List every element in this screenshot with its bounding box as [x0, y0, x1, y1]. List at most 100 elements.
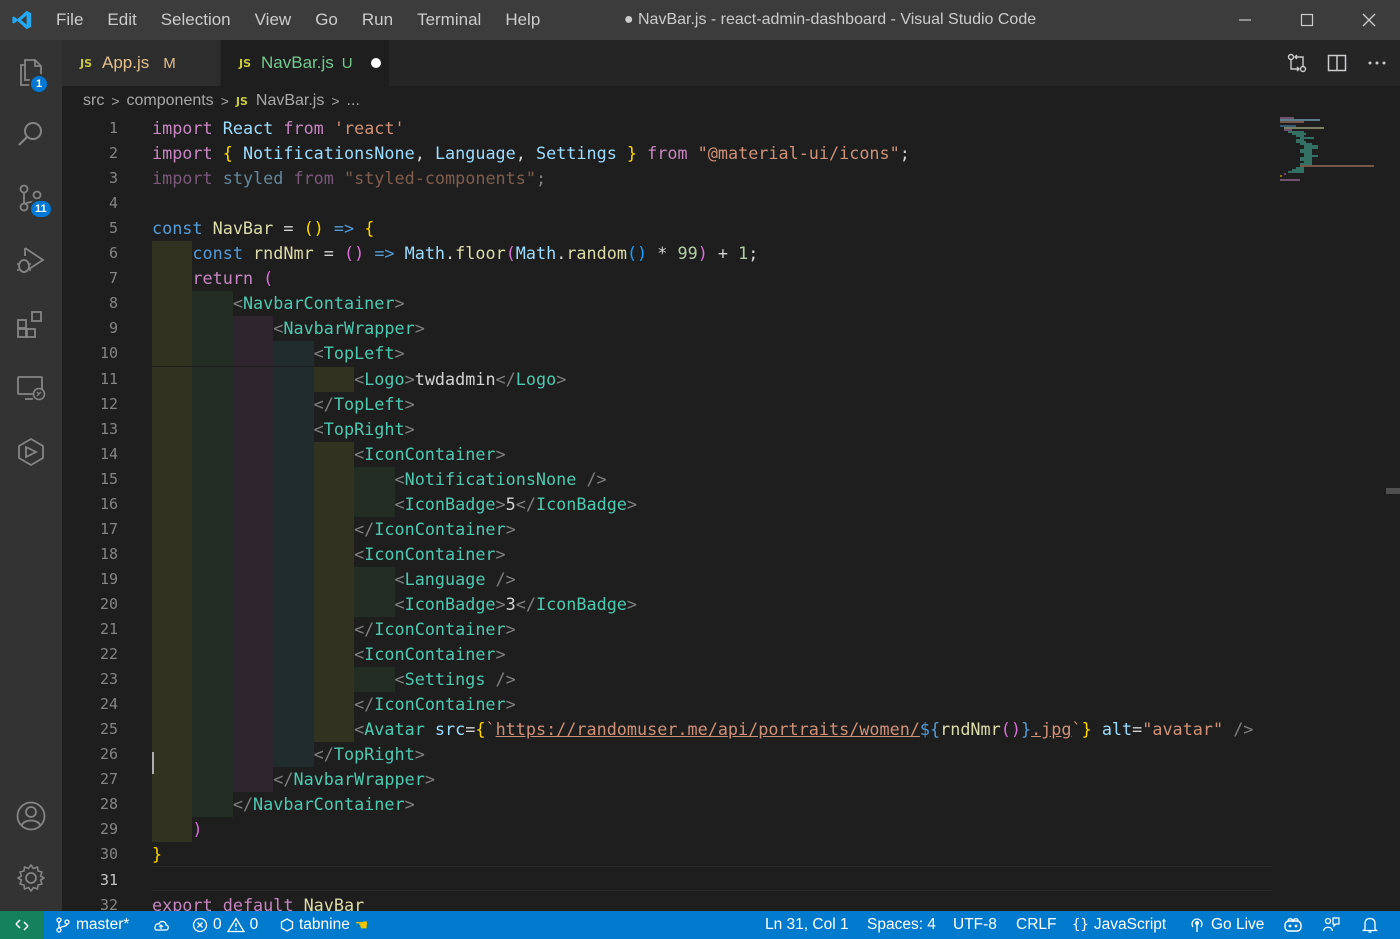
minimap[interactable]: [1274, 116, 1386, 911]
minimize-button[interactable]: [1214, 0, 1276, 40]
line-number[interactable]: 13: [62, 417, 118, 442]
code-line[interactable]: <NavbarContainer>: [152, 291, 405, 316]
line-number[interactable]: 8: [62, 291, 118, 316]
split-editor-icon[interactable]: [1326, 52, 1348, 74]
close-button[interactable]: [1338, 0, 1400, 40]
line-number[interactable]: 24: [62, 692, 118, 717]
line-number[interactable]: 1: [62, 116, 118, 141]
menu-go[interactable]: Go: [303, 0, 350, 40]
tab-app-js[interactable]: JS App.js M: [62, 40, 220, 86]
menu-file[interactable]: File: [44, 0, 95, 40]
tab-navbar-js[interactable]: JS NavBar.js U: [221, 40, 389, 86]
line-number[interactable]: 27: [62, 767, 118, 792]
notifications-button[interactable]: [1362, 911, 1378, 939]
more-actions-icon[interactable]: [1366, 52, 1388, 74]
code-line[interactable]: export default NavBar: [152, 893, 364, 911]
line-number[interactable]: 22: [62, 642, 118, 667]
code-line[interactable]: return (: [152, 266, 273, 291]
line-number[interactable]: 6: [62, 241, 118, 266]
code-line[interactable]: <Settings />: [152, 667, 515, 692]
explorer-button[interactable]: 1: [0, 44, 62, 100]
code-line[interactable]: <IconContainer>: [152, 642, 506, 667]
encoding-button[interactable]: UTF-8: [953, 911, 997, 939]
line-number[interactable]: 5: [62, 216, 118, 241]
menu-edit[interactable]: Edit: [95, 0, 148, 40]
line-number[interactable]: 7: [62, 266, 118, 291]
open-changes-icon[interactable]: [1286, 52, 1308, 74]
line-number[interactable]: 32: [62, 893, 118, 911]
code-line[interactable]: </IconContainer>: [152, 517, 516, 542]
problems-button[interactable]: 0 0: [192, 911, 258, 939]
menu-run[interactable]: Run: [350, 0, 405, 40]
code-line[interactable]: <IconBadge>3</IconBadge>: [152, 592, 637, 617]
search-button[interactable]: [0, 106, 62, 162]
remote-explorer-button[interactable]: [0, 360, 62, 416]
line-number[interactable]: 17: [62, 517, 118, 542]
line-number[interactable]: 26: [62, 742, 118, 767]
remote-indicator-button[interactable]: [0, 911, 44, 939]
line-number[interactable]: 31: [62, 868, 118, 893]
menu-terminal[interactable]: Terminal: [405, 0, 493, 40]
menu-view[interactable]: View: [243, 0, 304, 40]
accounts-button[interactable]: [0, 788, 62, 844]
unsaved-dot-icon[interactable]: [370, 58, 381, 68]
tabnine-status-button[interactable]: tabnine ☚: [280, 911, 368, 939]
code-line[interactable]: </NavbarWrapper>: [152, 767, 435, 792]
sync-button[interactable]: [152, 911, 170, 939]
code-line[interactable]: <IconContainer>: [152, 542, 506, 567]
code-line[interactable]: <Avatar src={`https://randomuser.me/api/…: [152, 717, 1253, 742]
line-number[interactable]: 12: [62, 392, 118, 417]
scrollbar-thumb[interactable]: [1386, 488, 1400, 494]
manage-button[interactable]: [0, 850, 62, 906]
line-number[interactable]: 11: [62, 367, 118, 392]
line-number[interactable]: 2: [62, 141, 118, 166]
line-number[interactable]: 3: [62, 166, 118, 191]
code-line[interactable]: <NotificationsNone />: [152, 467, 606, 492]
run-debug-button[interactable]: [0, 232, 62, 288]
code-line[interactable]: </TopRight>: [152, 742, 425, 767]
code-line[interactable]: <Language />: [152, 567, 515, 592]
code-line[interactable]: <TopRight>: [152, 417, 415, 442]
code-area[interactable]: import React from 'react' import { Notifi…: [152, 116, 1282, 911]
code-line[interactable]: </IconContainer>: [152, 617, 516, 642]
tabnine-hub-button[interactable]: [0, 424, 62, 480]
code-line[interactable]: <IconContainer>: [152, 442, 506, 467]
line-number[interactable]: 29: [62, 817, 118, 842]
language-mode-button[interactable]: {} JavaScript: [1072, 911, 1166, 939]
line-number[interactable]: 4: [62, 191, 118, 216]
code-editor[interactable]: 1 2 3 4 5 6 7 8 9 10 11 12 13 14 15 16 17 18 19 20 21 22 23 24 2…: [62, 116, 1400, 911]
extensions-button[interactable]: [0, 296, 62, 352]
breadcrumb-components[interactable]: components: [127, 92, 214, 110]
line-number[interactable]: 19: [62, 567, 118, 592]
line-number[interactable]: 15: [62, 467, 118, 492]
feedback-button[interactable]: [1322, 911, 1340, 939]
line-number[interactable]: 21: [62, 617, 118, 642]
code-line[interactable]: import React from 'react': [152, 116, 405, 141]
eol-button[interactable]: CRLF: [1016, 911, 1056, 939]
copilot-button[interactable]: [1283, 911, 1303, 939]
code-line[interactable]: }: [152, 842, 162, 867]
code-line[interactable]: </TopLeft>: [152, 392, 415, 417]
code-line[interactable]: <IconBadge>5</IconBadge>: [152, 492, 637, 517]
go-live-button[interactable]: Go Live: [1188, 911, 1264, 939]
code-line[interactable]: <NavbarWrapper>: [152, 316, 425, 341]
code-line[interactable]: import { NotificationsNone, Language, Se…: [152, 141, 910, 166]
maximize-button[interactable]: [1276, 0, 1338, 40]
line-number[interactable]: 10: [62, 341, 118, 366]
code-line[interactable]: </IconContainer>: [152, 692, 516, 717]
code-line[interactable]: const rndNmr = () => Math.floor(Math.ran…: [152, 241, 758, 266]
code-line[interactable]: <TopLeft>: [152, 341, 405, 366]
indentation-button[interactable]: Spaces: 4: [867, 911, 936, 939]
line-number[interactable]: 14: [62, 442, 118, 467]
breadcrumb-src[interactable]: src: [83, 92, 104, 110]
code-line[interactable]: <Logo>twdadmin</Logo>: [152, 367, 566, 392]
vertical-scrollbar[interactable]: [1386, 116, 1400, 911]
code-line[interactable]: import styled from "styled-components";: [152, 166, 546, 191]
line-number[interactable]: 18: [62, 542, 118, 567]
line-number[interactable]: 9: [62, 316, 118, 341]
line-number[interactable]: 23: [62, 667, 118, 692]
breadcrumb-symbol[interactable]: ...: [347, 92, 360, 110]
line-number[interactable]: 30: [62, 842, 118, 867]
line-number[interactable]: 16: [62, 492, 118, 517]
cursor-position-button[interactable]: Ln 31, Col 1: [765, 911, 849, 939]
